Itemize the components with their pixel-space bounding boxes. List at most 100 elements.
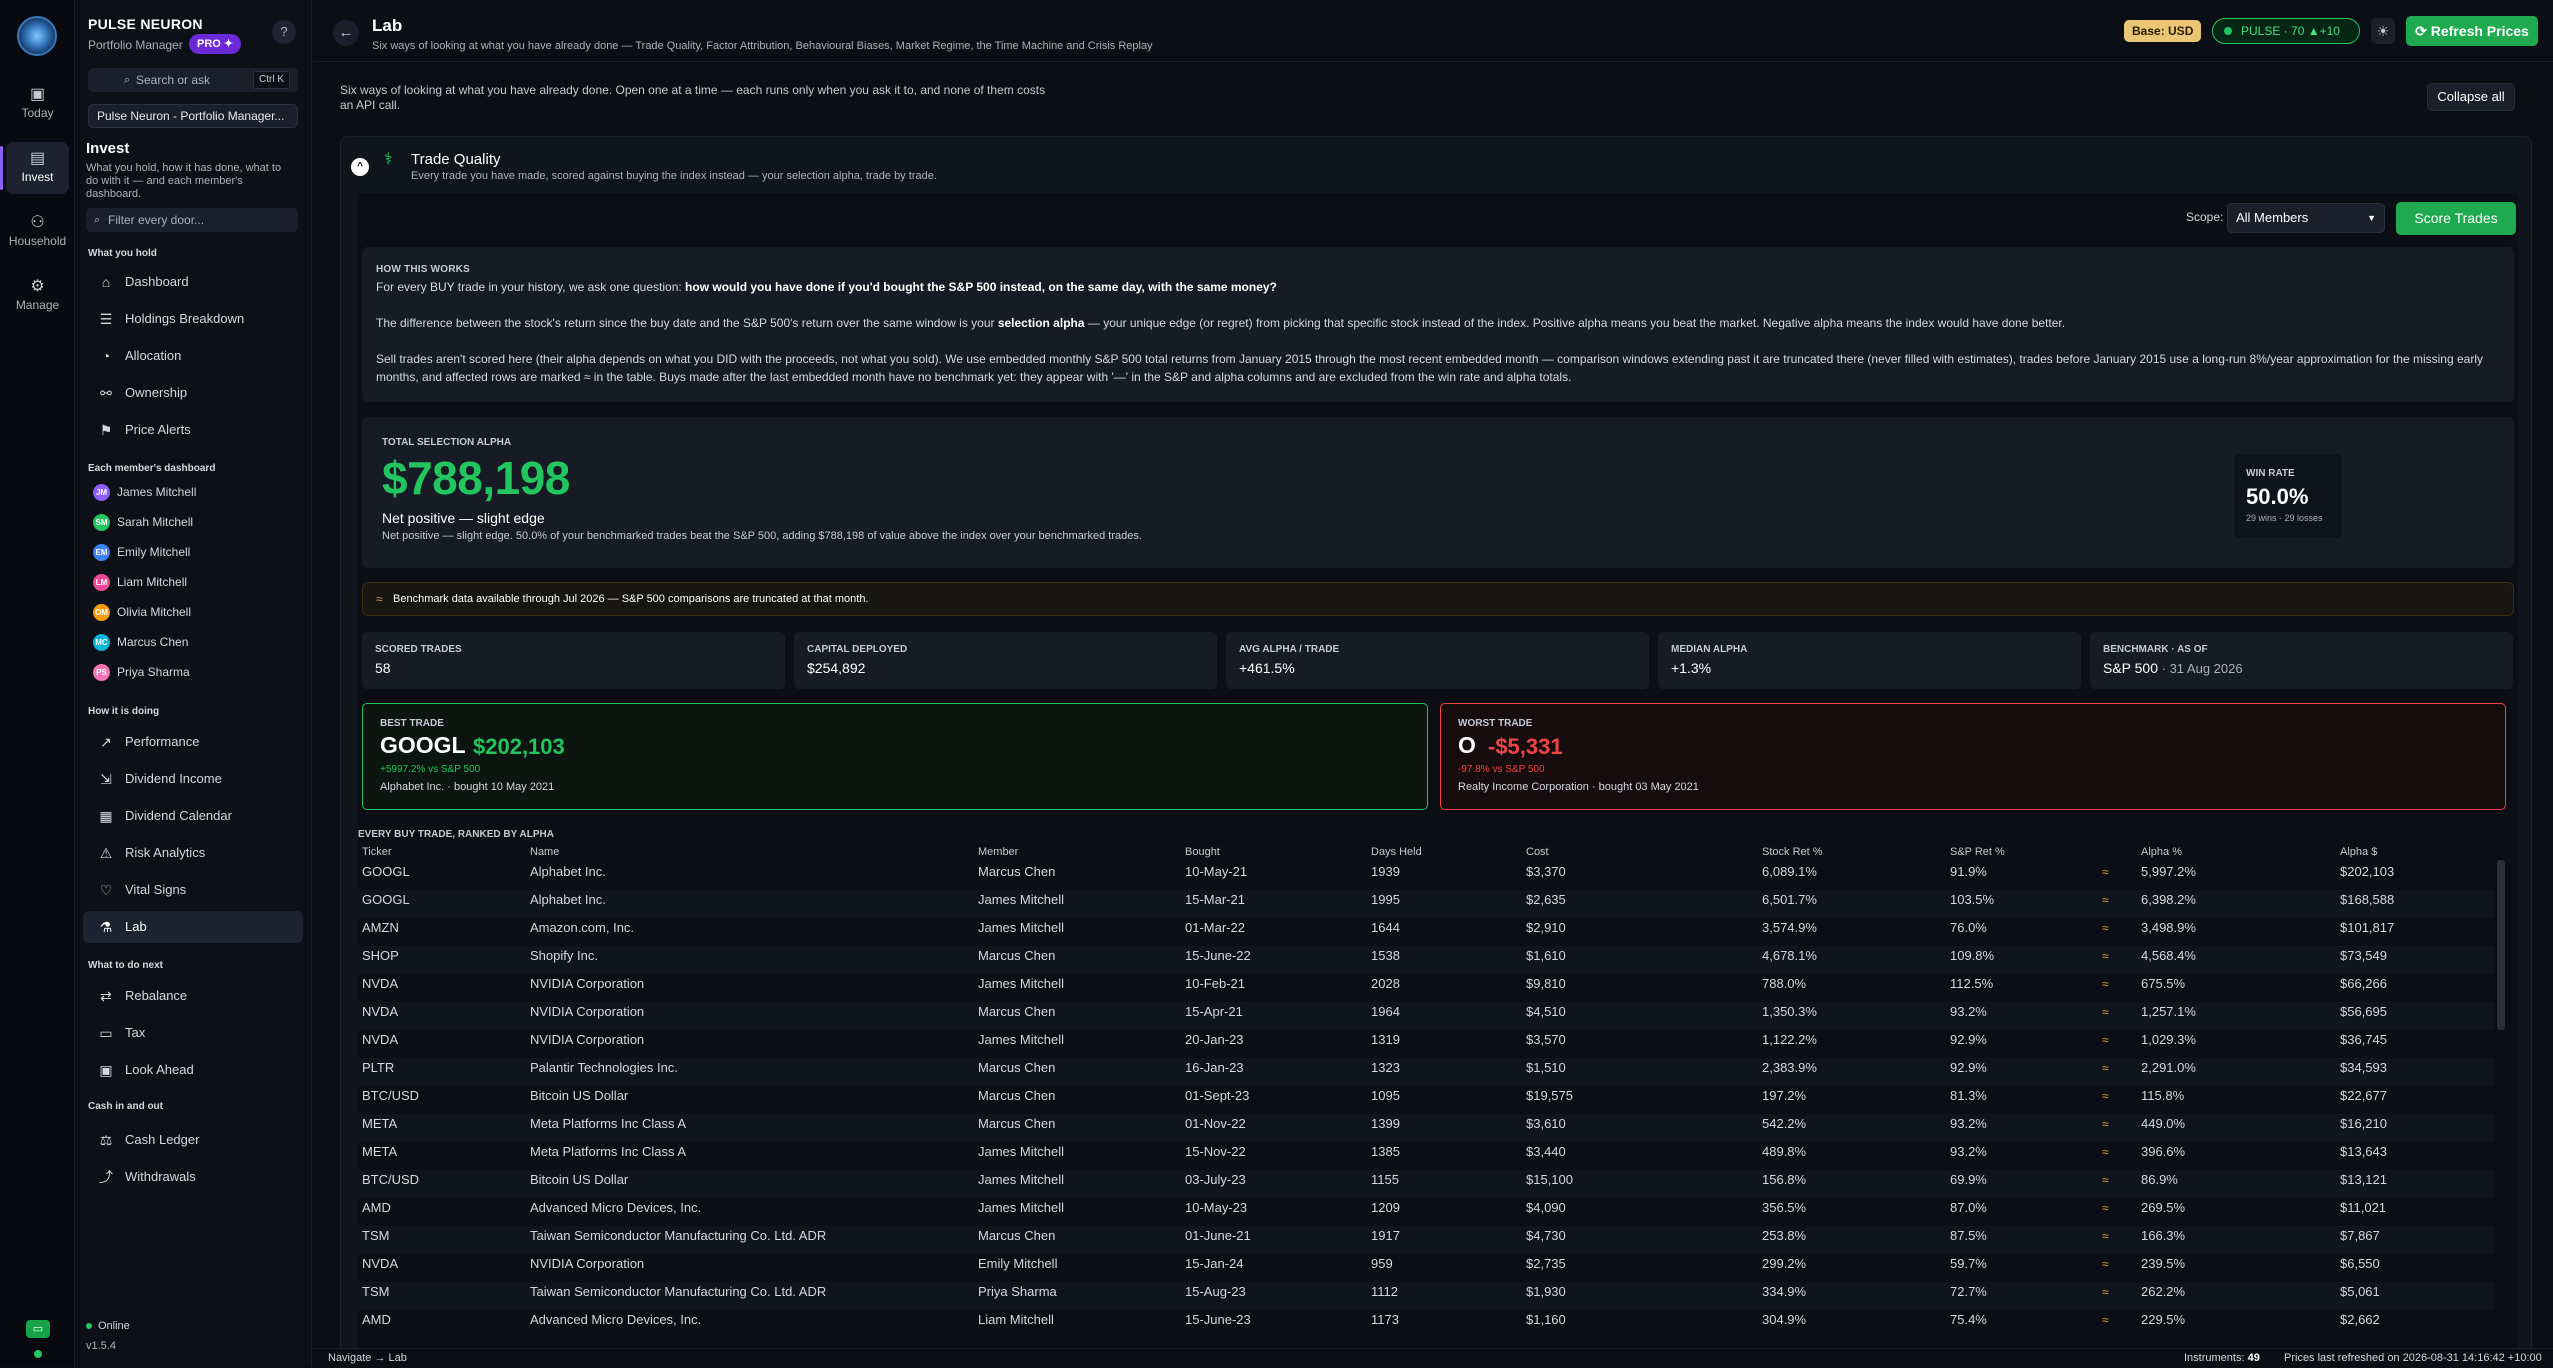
cell-bought: 16-Jan-23 <box>1185 1060 1244 1075</box>
last-refreshed: Prices last refreshed on 2026-08-31 14:1… <box>2284 1352 2542 1364</box>
stat-value-main: 58 <box>375 660 391 676</box>
cell-member: James Mitchell <box>978 1144 1064 1159</box>
table-row[interactable]: SHOP Shopify Inc. Marcus Chen 15-June-22 153… <box>358 946 2495 974</box>
cell-approx-marker: ≈ <box>2102 1229 2109 1243</box>
base-currency-badge[interactable]: Base: USD <box>2124 20 2202 42</box>
column-header-member[interactable]: Member <box>978 846 1018 858</box>
nav-performance[interactable]: ↗ Performance <box>83 726 303 758</box>
column-header-ticker[interactable]: Ticker <box>362 846 392 858</box>
member-james-mitchell[interactable]: JM James Mitchell <box>93 482 196 502</box>
table-row[interactable]: PLTR Palantir Technologies Inc. Marcus Che… <box>358 1058 2495 1086</box>
nav-holdings-breakdown[interactable]: ☰ Holdings Breakdown <box>83 303 303 335</box>
nav-allocation[interactable]: ◔ Allocation <box>83 340 303 372</box>
nav-price-alerts[interactable]: ⚑ Price Alerts <box>83 414 303 446</box>
filter-placeholder: Filter every door... <box>108 213 205 227</box>
cell-alpha-usd: $22,677 <box>2340 1088 2387 1103</box>
cell-alpha-pct: 6,398.2% <box>2141 892 2196 907</box>
trades-table-header: Ticker Name Member Bought Days Held Cost Stock… <box>358 844 2495 862</box>
member-sarah-mitchell[interactable]: SM Sarah Mitchell <box>93 512 193 532</box>
nav-label: Dividend Income <box>125 771 222 786</box>
back-button[interactable]: ← <box>333 20 359 46</box>
member-priya-sharma[interactable]: PS Priya Sharma <box>93 662 190 682</box>
member-marcus-chen[interactable]: MC Marcus Chen <box>93 632 188 652</box>
column-header-alpha[interactable]: Alpha $ <box>2340 846 2377 858</box>
monitor-icon[interactable]: ▭ <box>26 1320 50 1338</box>
cell-name: NVIDIA Corporation <box>530 1004 645 1019</box>
scope-select[interactable]: All Members ▼ <box>2227 203 2385 233</box>
cell-name: Palantir Technologies Inc. <box>530 1060 678 1075</box>
rail-household[interactable]: ⚇ Household <box>6 206 69 258</box>
cell-sp-ret: 87.5% <box>1950 1228 1987 1243</box>
cell-approx-marker: ≈ <box>2102 1285 2109 1299</box>
table-row[interactable]: TSM Taiwan Semiconductor Manufacturing Co… <box>358 1282 2495 1310</box>
table-row[interactable]: BTC/USD Bitcoin US Dollar James Mitchell 03… <box>358 1170 2495 1198</box>
nav-rebalance[interactable]: ⇄ Rebalance <box>83 980 303 1012</box>
nav-look-ahead[interactable]: ▣ Look Ahead <box>83 1054 303 1086</box>
member-name: James Mitchell <box>117 485 197 499</box>
column-header-s-p-ret[interactable]: S&P Ret % <box>1950 846 2005 858</box>
filter-input[interactable]: ⌕ Filter every door... <box>86 208 298 232</box>
collapse-all-button[interactable]: Collapse all <box>2427 83 2515 111</box>
table-scrollbar[interactable] <box>2497 860 2505 1030</box>
table-row[interactable]: GOOGL Alphabet Inc. James Mitchell 15-Mar-2… <box>358 890 2495 918</box>
column-header-stock-ret[interactable]: Stock Ret % <box>1762 846 1823 858</box>
column-header-alpha[interactable]: Alpha % <box>2141 846 2182 858</box>
column-header-name[interactable]: Name <box>530 846 559 858</box>
table-row[interactable]: NVDA NVIDIA Corporation Emily Mitchell 15-J… <box>358 1254 2495 1282</box>
table-row[interactable]: AMD Advanced Micro Devices, Inc. Liam Mitc… <box>358 1310 2495 1338</box>
nav-tax[interactable]: ▭ Tax <box>83 1017 303 1049</box>
table-row[interactable]: BTC/USD Bitcoin US Dollar Marcus Chen 01-Se… <box>358 1086 2495 1114</box>
help-button[interactable]: ? <box>272 20 296 44</box>
cell-stock-ret: 334.9% <box>1762 1284 1807 1299</box>
total-alpha-value: $788,198 <box>382 452 570 504</box>
cell-approx-marker: ≈ <box>2102 865 2109 879</box>
column-header-bought[interactable]: Bought <box>1185 846 1220 858</box>
table-row[interactable]: TSM Taiwan Semiconductor Manufacturing Co… <box>358 1226 2495 1254</box>
rail-manage[interactable]: ⚙ Manage <box>6 270 69 322</box>
table-row[interactable]: NVDA NVIDIA Corporation Marcus Chen 15-Apr-… <box>358 1002 2495 1030</box>
score-trades-button[interactable]: Score Trades <box>2396 202 2516 235</box>
table-row[interactable]: META Meta Platforms Inc Class A James Mitc… <box>358 1142 2495 1170</box>
cell-cost: $2,635 <box>1526 892 1566 907</box>
nav-vital-signs[interactable]: ♡ Vital Signs <box>83 874 303 906</box>
collapse-toggle[interactable]: ^ <box>351 158 369 176</box>
search-input[interactable]: ⌕ Search or ask Ctrl K <box>88 68 298 92</box>
nav-lab[interactable]: ⚗ Lab <box>83 911 303 943</box>
table-row[interactable]: NVDA NVIDIA Corporation James Mitchell 20-J… <box>358 1030 2495 1058</box>
pulse-neuron-logo[interactable] <box>17 16 57 56</box>
card-title[interactable]: Trade Quality <box>411 151 500 168</box>
cell-days-held: 959 <box>1371 1256 1393 1271</box>
cell-cost: $15,100 <box>1526 1172 1573 1187</box>
stat-capital-deployed: CAPITAL DEPLOYED $254,892 <box>794 632 1217 689</box>
cell-alpha-usd: $34,593 <box>2340 1060 2387 1075</box>
cell-approx-marker: ≈ <box>2102 1089 2109 1103</box>
table-row[interactable]: META Meta Platforms Inc Class A Marcus Che… <box>358 1114 2495 1142</box>
table-row[interactable]: GOOGL Alphabet Inc. Marcus Chen 10-May-21 19… <box>358 862 2495 890</box>
member-liam-mitchell[interactable]: LM Liam Mitchell <box>93 572 187 592</box>
nav-dashboard[interactable]: ⌂ Dashboard <box>83 266 303 298</box>
cell-name: Bitcoin US Dollar <box>530 1088 629 1103</box>
table-row[interactable]: NVDA NVIDIA Corporation James Mitchell 10-F… <box>358 974 2495 1002</box>
cell-alpha-pct: 262.2% <box>2141 1284 2186 1299</box>
portfolio-selector[interactable]: Pulse Neuron - Portfolio Manager... <box>88 104 298 128</box>
rail-invest[interactable]: ▤ Invest <box>0 142 69 194</box>
pulse-score-badge[interactable]: PULSE · 70 ▲+10 <box>2212 18 2360 44</box>
table-row[interactable]: AMZN Amazon.com, Inc. James Mitchell 01-Mar… <box>358 918 2495 946</box>
cell-bought: 01-Nov-22 <box>1185 1116 1246 1131</box>
nav-withdrawals[interactable]: ⤴ Withdrawals <box>83 1161 303 1193</box>
instrument-count-label: Instruments: <box>2184 1352 2245 1364</box>
rail-today[interactable]: ▣ Today <box>6 78 69 130</box>
nav-ownership[interactable]: ⚯ Ownership <box>83 377 303 409</box>
nav-cash-ledger[interactable]: ⚖ Cash Ledger <box>83 1124 303 1156</box>
nav-risk-analytics[interactable]: ⚠ Risk Analytics <box>83 837 303 869</box>
theme-toggle-button[interactable]: ☀ <box>2371 18 2395 44</box>
stat-label: SCORED TRADES <box>375 644 462 655</box>
refresh-prices-button[interactable]: ⟳ Refresh Prices <box>2406 16 2538 46</box>
column-header-days-held[interactable]: Days Held <box>1371 846 1422 858</box>
column-header-cost[interactable]: Cost <box>1526 846 1549 858</box>
member-olivia-mitchell[interactable]: OM Olivia Mitchell <box>93 602 191 622</box>
table-row[interactable]: AMD Advanced Micro Devices, Inc. James Mit… <box>358 1198 2495 1226</box>
member-emily-mitchell[interactable]: EM Emily Mitchell <box>93 542 190 562</box>
nav-dividend-income[interactable]: ⇲ Dividend Income <box>83 763 303 795</box>
nav-dividend-calendar[interactable]: ▦ Dividend Calendar <box>83 800 303 832</box>
